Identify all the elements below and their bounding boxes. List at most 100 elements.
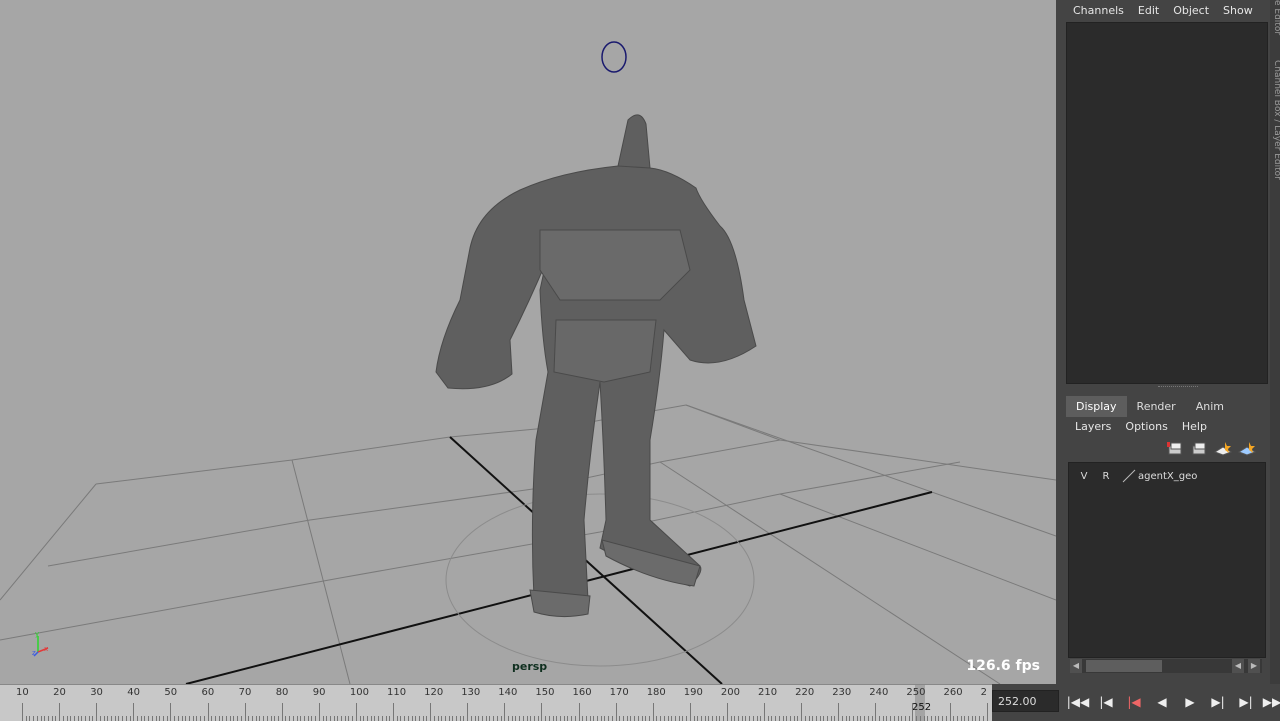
- timeline-minor-tick: [289, 716, 291, 721]
- timeline-minor-tick: [697, 716, 699, 721]
- layer-toolbar: [1166, 440, 1256, 456]
- timeline-tick-label: 190: [683, 687, 703, 698]
- side-tab-channel-box[interactable]: Channel Box / Layer Editor: [1272, 60, 1280, 180]
- empty-layer-icon[interactable]: [1238, 440, 1256, 456]
- timeline-tick: [615, 703, 617, 721]
- layer-reference-toggle[interactable]: R: [1097, 471, 1115, 482]
- timeline-minor-tick: [715, 716, 717, 721]
- timeline-minor-tick: [25, 716, 27, 721]
- layer-color-swatch-icon[interactable]: [1121, 469, 1137, 483]
- timeline-minor-tick: [533, 716, 535, 721]
- new-layer-icon[interactable]: [1166, 440, 1184, 456]
- timeline-minor-tick: [671, 716, 673, 721]
- menu-object[interactable]: Object: [1166, 0, 1216, 22]
- menu-layers[interactable]: Layers: [1068, 418, 1118, 435]
- timeline-minor-tick: [719, 716, 721, 721]
- timeline-minor-tick: [608, 716, 610, 721]
- side-tab-top[interactable]: e Editor: [1272, 0, 1280, 35]
- step-forward-frame-icon[interactable]: ▶|: [1204, 690, 1232, 714]
- timeline-minor-tick: [979, 716, 981, 721]
- layer-name[interactable]: agentX_geo: [1138, 471, 1197, 482]
- timeline-tick-label: 120: [424, 687, 444, 698]
- timeline-minor-tick: [752, 716, 754, 721]
- timeline-minor-tick: [326, 716, 328, 721]
- timeline-minor-tick: [738, 716, 740, 721]
- timeline-tick-label: 10: [16, 687, 29, 698]
- timeline-tick: [912, 703, 914, 721]
- tab-render[interactable]: Render: [1126, 396, 1186, 417]
- scroll-right-icon[interactable]: ▶: [1248, 659, 1260, 673]
- timeline-minor-tick: [808, 716, 810, 721]
- scroll-thumb[interactable]: [1086, 660, 1162, 672]
- root-control-circle: [445, 493, 755, 667]
- timeline-minor-tick: [630, 716, 632, 721]
- timeline-tick-label: 150: [535, 687, 555, 698]
- timeline-tick: [244, 703, 246, 721]
- timeline-minor-tick: [600, 716, 602, 721]
- layer-row[interactable]: V R agentX_geo: [1069, 464, 1265, 488]
- timeline-tick: [689, 703, 691, 721]
- go-to-end-icon[interactable]: ▶▶|: [1260, 690, 1280, 714]
- timeline-minor-tick: [938, 716, 940, 721]
- step-forward-key-icon[interactable]: ▶|: [1232, 690, 1260, 714]
- timeline-minor-tick: [712, 716, 714, 721]
- step-back-frame-icon[interactable]: |◀: [1120, 690, 1148, 714]
- timeline-minor-tick: [730, 716, 732, 721]
- timeline-minor-tick: [511, 716, 513, 721]
- timeline-minor-tick: [890, 716, 892, 721]
- axis-y-label: y: [35, 630, 39, 638]
- timeline-minor-tick: [485, 716, 487, 721]
- new-layer-selected-icon[interactable]: [1190, 440, 1208, 456]
- current-frame-label: 252: [912, 702, 932, 713]
- layer-visibility-toggle[interactable]: V: [1075, 471, 1093, 482]
- timeline-minor-tick: [789, 716, 791, 721]
- add-layer-icon[interactable]: [1214, 440, 1232, 456]
- play-forward-icon[interactable]: ▶: [1176, 690, 1204, 714]
- timeline-minor-tick: [834, 716, 836, 721]
- 3d-viewport[interactable]: y z x persp 126.6 fps: [0, 0, 1056, 684]
- panel-divider-handle[interactable]: [1158, 386, 1198, 390]
- timeline-tick: [949, 703, 951, 721]
- menu-show[interactable]: Show: [1216, 0, 1260, 22]
- layer-list[interactable]: V R agentX_geo: [1068, 462, 1266, 658]
- timeline-minor-tick: [482, 716, 484, 721]
- timeline-minor-tick: [704, 716, 706, 721]
- step-back-key-icon[interactable]: |◀: [1092, 690, 1120, 714]
- menu-options[interactable]: Options: [1118, 418, 1174, 435]
- timeline-minor-tick: [823, 716, 825, 721]
- timeline-minor-tick: [589, 716, 591, 721]
- playback-controls: |◀◀ |◀ |◀ ◀ ▶ ▶| ▶| ▶▶|: [1064, 690, 1280, 714]
- scroll-left-end-icon[interactable]: ◀: [1232, 659, 1244, 673]
- timeline-minor-tick: [456, 716, 458, 721]
- go-to-start-icon[interactable]: |◀◀: [1064, 690, 1092, 714]
- tab-anim[interactable]: Anim: [1185, 396, 1234, 417]
- time-slider[interactable]: 252 10 20 30 40 50 60 70 80 90 100 110 120 130 140 150…: [0, 684, 992, 721]
- timeline-minor-tick: [103, 716, 105, 721]
- timeline-minor-tick: [300, 716, 302, 721]
- layer-list-scrollbar[interactable]: ◀ ◀ ▶: [1070, 659, 1262, 673]
- menu-help[interactable]: Help: [1175, 418, 1214, 435]
- timeline-minor-tick: [222, 716, 224, 721]
- timeline-minor-tick: [214, 716, 216, 721]
- timeline-minor-tick: [107, 716, 109, 721]
- scroll-left-icon[interactable]: ◀: [1070, 659, 1082, 673]
- timeline-minor-tick: [930, 716, 932, 721]
- current-frame-field[interactable]: 252.00: [992, 690, 1059, 712]
- timeline-minor-tick: [582, 716, 584, 721]
- timeline-minor-tick: [99, 716, 101, 721]
- timeline-minor-tick: [337, 716, 339, 721]
- fps-readout: 126.6 fps: [966, 658, 1040, 674]
- play-backward-icon[interactable]: ◀: [1148, 690, 1176, 714]
- layer-editor-tabs: Display Render Anim: [1066, 396, 1234, 417]
- channel-box[interactable]: [1066, 22, 1268, 384]
- tab-display[interactable]: Display: [1066, 396, 1127, 417]
- timeline-tick-label: 210: [758, 687, 778, 698]
- menu-channels[interactable]: Channels: [1066, 0, 1131, 22]
- menu-edit[interactable]: Edit: [1131, 0, 1166, 22]
- timeline-minor-tick: [886, 716, 888, 721]
- timeline-tick-label: 70: [238, 687, 252, 698]
- timeline-minor-tick: [363, 716, 365, 721]
- timeline-minor-tick: [904, 716, 906, 721]
- scene-canvas[interactable]: [0, 0, 1056, 684]
- timeline-tick: [170, 703, 172, 721]
